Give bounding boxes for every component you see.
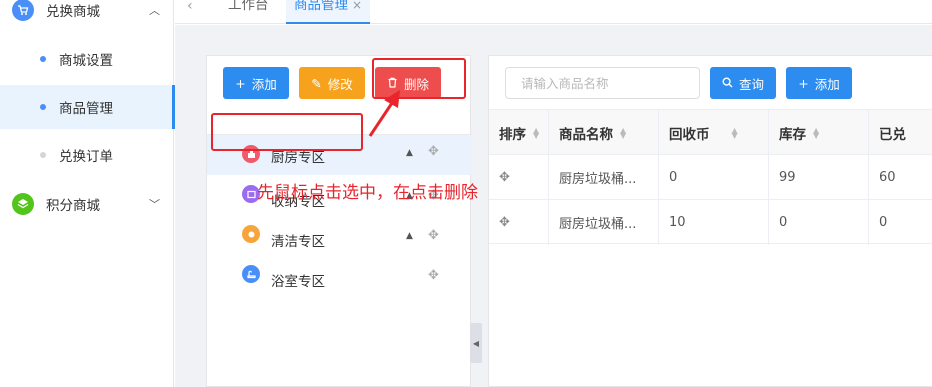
category-panel: + 添加 ✎ 修改 删除 厨房专区 ▲ ✥ 收纳专区 ▲ ✥ 清洁专区 ▲ ✥ … bbox=[206, 55, 472, 387]
bullet-icon bbox=[40, 56, 46, 62]
table-cell: 0 bbox=[769, 200, 869, 245]
annotation-text: 先鼠标点击选中，在点击删除 bbox=[257, 183, 478, 203]
collapse-handle[interactable]: ◀ bbox=[470, 323, 482, 363]
table-cell: 厨房垃圾桶... bbox=[549, 155, 659, 200]
tree-item-bathroom[interactable]: 浴室专区 ✥ bbox=[207, 255, 472, 295]
menu-group-label: 兑换商城 bbox=[46, 4, 100, 20]
search-icon bbox=[722, 76, 733, 91]
sort-icon[interactable]: ▲ ▼ bbox=[533, 126, 539, 139]
chevron-down-icon: ﹀ bbox=[149, 198, 160, 211]
tab-label: 商品管理 bbox=[294, 0, 348, 13]
table-cell: 0 bbox=[659, 155, 769, 200]
cart-icon bbox=[12, 0, 34, 21]
tab-workbench[interactable]: 工作台 bbox=[228, 0, 269, 24]
drag-handle-icon[interactable]: ✥ bbox=[428, 228, 439, 243]
sidebar-item-label: 兑换订单 bbox=[59, 149, 113, 165]
sidebar-item-label: 商品管理 bbox=[59, 101, 113, 117]
column-header[interactable]: 库存 ▲ ▼ bbox=[769, 110, 869, 155]
table-cell: 10 bbox=[659, 200, 769, 245]
table-row[interactable]: ✥ 厨房垃圾桶... 0 99 60 bbox=[489, 154, 932, 200]
sort-icon[interactable]: ▲ ▼ bbox=[813, 126, 819, 139]
move-up-icon[interactable]: ▲ bbox=[406, 148, 413, 158]
edit-label: 修改 bbox=[327, 76, 353, 92]
table-cell: 0 bbox=[879, 215, 888, 230]
tree-item-label: 清洁专区 bbox=[271, 234, 325, 250]
tabs-bar: ‹ 工作台 商品管理 × bbox=[175, 0, 932, 24]
add-product-button[interactable]: + 添加 bbox=[786, 67, 852, 99]
move-up-icon[interactable]: ▲ bbox=[406, 231, 413, 241]
drag-handle-icon[interactable]: ✥ bbox=[428, 144, 439, 159]
table-cell: 99 bbox=[769, 155, 869, 200]
caret-left-icon: ◀ bbox=[472, 338, 480, 348]
menu-group-exchange-mall[interactable]: 兑换商城 ︿ bbox=[0, 0, 174, 32]
category-icon bbox=[242, 265, 260, 283]
bullet-icon bbox=[40, 152, 46, 158]
annotation-highlight-selected bbox=[211, 113, 363, 151]
table-header: 排序 ▲ ▼ 商品名称 ▲ ▼ 回收币 ▲ ▼ 库存 ▲ ▼ 已兑 bbox=[489, 109, 932, 155]
product-panel: 查询 + 添加 排序▲▼ 商品名称▲▼ 回收币▲▼ 库存▲▼ 已兑 ✥ 厨房垃圾… bbox=[488, 55, 932, 387]
column-header[interactable]: 商品名称 ▲ ▼ bbox=[549, 110, 659, 155]
sidebar-item-product-management[interactable]: 商品管理 bbox=[0, 85, 175, 129]
chevron-left-icon[interactable]: ‹ bbox=[187, 0, 193, 13]
tab-product-management[interactable]: 商品管理 × bbox=[286, 0, 371, 24]
menu-group-points-mall[interactable]: 积分商城 ﹀ bbox=[0, 182, 174, 226]
main-content: + 添加 ✎ 修改 删除 厨房专区 ▲ ✥ 收纳专区 ▲ ✥ 清洁专区 ▲ ✥ … bbox=[175, 25, 932, 387]
sidebar-item-exchange-orders[interactable]: 兑换订单 bbox=[0, 133, 174, 177]
column-header[interactable]: 排序 ▲ ▼ bbox=[489, 110, 549, 155]
tree-item-label: 浴室专区 bbox=[271, 274, 325, 290]
close-icon[interactable]: × bbox=[352, 0, 362, 12]
pen-icon: ✎ bbox=[311, 75, 322, 91]
query-button[interactable]: 查询 bbox=[710, 67, 776, 99]
drag-handle-icon[interactable]: ✥ bbox=[489, 155, 549, 200]
table-cell: 厨房垃圾桶... bbox=[549, 200, 659, 245]
sidebar-item-label: 商城设置 bbox=[59, 53, 113, 69]
add-category-button[interactable]: + 添加 bbox=[223, 67, 289, 99]
plus-icon: + bbox=[235, 75, 246, 91]
drag-handle-icon[interactable]: ✥ bbox=[489, 200, 549, 245]
table-row[interactable]: ✥ 厨房垃圾桶... 10 0 0 bbox=[489, 199, 932, 245]
edit-category-button[interactable]: ✎ 修改 bbox=[299, 67, 365, 99]
plus-icon: + bbox=[798, 75, 809, 91]
tree-item-cleaning[interactable]: 清洁专区 ▲ ✥ bbox=[207, 215, 472, 255]
menu-group-label: 积分商城 bbox=[46, 198, 100, 214]
drag-handle-icon[interactable]: ✥ bbox=[428, 268, 439, 283]
sidebar-item-mall-settings[interactable]: 商城设置 bbox=[0, 37, 174, 81]
category-icon bbox=[242, 225, 260, 243]
product-search-input[interactable] bbox=[505, 67, 700, 99]
bullet-icon bbox=[40, 104, 46, 110]
query-label: 查询 bbox=[738, 76, 764, 92]
chevron-up-icon: ︿ bbox=[149, 4, 160, 17]
sidebar: 兑换商城 ︿ 商城设置 商品管理 兑换订单 积分商城 ﹀ bbox=[0, 0, 175, 387]
add-label: 添加 bbox=[814, 76, 840, 92]
sort-icon[interactable]: ▲ ▼ bbox=[732, 126, 738, 139]
table-cell: 60 bbox=[879, 170, 896, 185]
column-header[interactable]: 已兑 bbox=[869, 110, 932, 155]
layers-icon bbox=[12, 193, 34, 215]
add-label: 添加 bbox=[251, 76, 277, 92]
annotation-arrow-icon bbox=[368, 90, 400, 137]
sort-icon[interactable]: ▲ ▼ bbox=[620, 126, 626, 139]
column-header: 回收币 ▲ ▼ bbox=[659, 110, 769, 155]
